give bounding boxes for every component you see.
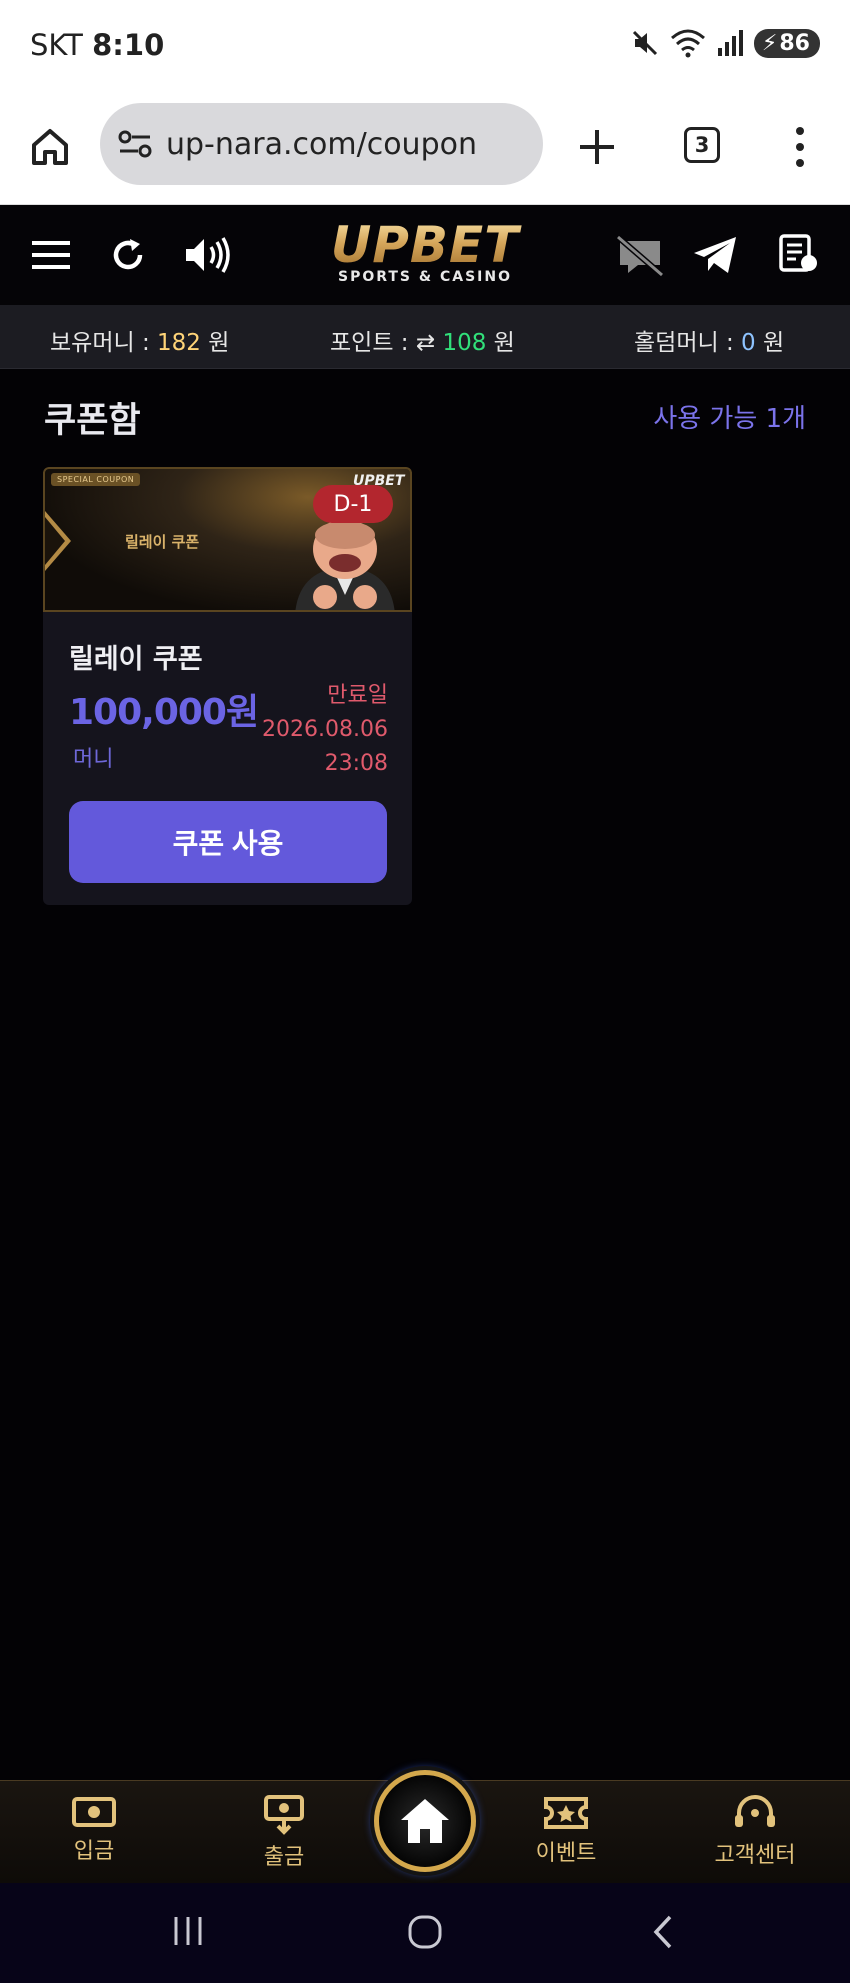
expiry-date: 2026.08.06 <box>262 717 388 742</box>
status-icons: ⚡ 86 <box>630 28 820 58</box>
expiry-label: 만료일 <box>327 683 388 708</box>
mute-icon <box>632 30 657 56</box>
wifi-icon <box>670 29 705 58</box>
battery-indicator: ⚡ 86 <box>753 28 820 58</box>
coupon-expiry: 만료일 2026.08.06 23:08 <box>262 679 388 781</box>
holding-money-label: 보유머니 : <box>50 330 158 356</box>
coupon-type: 머니 <box>73 747 114 772</box>
holdem-money-unit: 원 <box>755 330 785 356</box>
point-unit: 원 <box>486 330 515 356</box>
nav-deposit-label: 입금 <box>73 1839 115 1864</box>
nav-withdraw-label: 출금 <box>263 1845 305 1870</box>
banner-title: 릴레이 쿠폰 <box>125 533 200 551</box>
holdem-money-label: 홀덤머니 : <box>634 330 742 356</box>
use-coupon-button[interactable]: 쿠폰 사용 <box>69 801 387 883</box>
charging-icon: ⚡ <box>761 30 778 56</box>
signal-icon <box>717 30 743 56</box>
withdraw-icon <box>264 1795 304 1835</box>
headset-icon <box>735 1795 775 1827</box>
browser-toolbar: up-nara.com/coupon 3 <box>0 95 850 205</box>
tab-switcher-button[interactable]: 3 <box>684 127 720 163</box>
nav-deposit[interactable]: 입금 <box>34 1795 154 1865</box>
site-logo[interactable]: UPBET SPORTS & CASINO <box>300 219 550 285</box>
hamburger-menu-icon[interactable] <box>32 239 70 271</box>
status-carrier: SKT 8:10 <box>30 28 164 62</box>
nav-home-button[interactable] <box>374 1770 476 1872</box>
carrier-name: SKT <box>30 28 83 62</box>
coupon-card: SPECIAL COUPON 릴레이 쿠폰 UPBET D-1 릴레이 쿠폰 1… <box>43 467 412 905</box>
available-coupon-count: 사용 가능 1개 <box>653 404 806 434</box>
deposit-icon <box>72 1797 116 1827</box>
balance-bar: 보유머니 : 182 원 포인트 : ⇄ 108 원 홀덤머니 : 0 원 <box>0 305 850 369</box>
recent-apps-icon[interactable] <box>170 1913 206 1949</box>
point-label: 포인트 : <box>330 330 416 356</box>
url-text: up-nara.com/coupon <box>166 126 477 162</box>
holdem-money-value: 0 <box>741 330 756 356</box>
status-time: 8:10 <box>92 28 165 62</box>
nav-event-label: 이벤트 <box>535 1841 597 1866</box>
holding-money-value: 182 <box>157 330 201 356</box>
holding-money-unit: 원 <box>200 330 230 356</box>
nav-withdraw[interactable]: 출금 <box>224 1795 344 1871</box>
exchange-icon[interactable]: ⇄ <box>416 330 443 356</box>
site-settings-icon[interactable] <box>118 129 152 159</box>
page: SKT 8:10 ⚡ 86 up-nara.com/coupon 3 UPBET… <box>0 0 850 1983</box>
coupon-name: 릴레이 쿠폰 <box>69 644 203 675</box>
notice-board-icon[interactable] <box>778 233 818 275</box>
sound-icon[interactable] <box>184 235 234 275</box>
page-title: 쿠폰함 <box>44 401 141 441</box>
nav-support-label: 고객센터 <box>714 1843 796 1868</box>
more-menu-icon[interactable] <box>790 125 810 169</box>
system-home-icon[interactable] <box>406 1913 444 1951</box>
system-navigation-bar <box>0 1883 850 1983</box>
nav-event[interactable]: 이벤트 <box>506 1795 626 1867</box>
address-bar[interactable]: up-nara.com/coupon <box>100 103 543 185</box>
site-header: UPBET SPORTS & CASINO <box>0 205 850 305</box>
dday-badge: D-1 <box>313 485 393 523</box>
home-icon[interactable] <box>28 125 72 169</box>
nav-support[interactable]: 고객센터 <box>695 1795 815 1869</box>
refresh-icon[interactable] <box>110 237 146 273</box>
coupon-banner: SPECIAL COUPON 릴레이 쿠폰 UPBET D-1 <box>43 467 412 612</box>
logo-text: UPBET <box>300 219 550 271</box>
battery-level: 86 <box>779 30 810 56</box>
point-value: 108 <box>442 330 487 356</box>
expiry-time: 23:08 <box>324 751 388 776</box>
event-ticket-icon <box>544 1797 588 1829</box>
coupon-amount: 100,000원 <box>69 692 259 733</box>
back-icon[interactable] <box>648 1913 678 1951</box>
banner-tag: SPECIAL COUPON <box>51 473 141 486</box>
holding-money: 보유머니 : 182 원 <box>50 323 229 357</box>
new-tab-icon[interactable] <box>578 128 616 166</box>
home-icon <box>401 1799 449 1843</box>
holdem-money: 홀덤머니 : 0 원 <box>634 323 784 357</box>
chat-off-icon[interactable] <box>614 233 666 277</box>
point-balance[interactable]: 포인트 : ⇄ 108 원 <box>330 323 515 357</box>
telegram-icon[interactable] <box>692 235 738 275</box>
status-bar: SKT 8:10 ⚡ 86 <box>0 0 850 95</box>
